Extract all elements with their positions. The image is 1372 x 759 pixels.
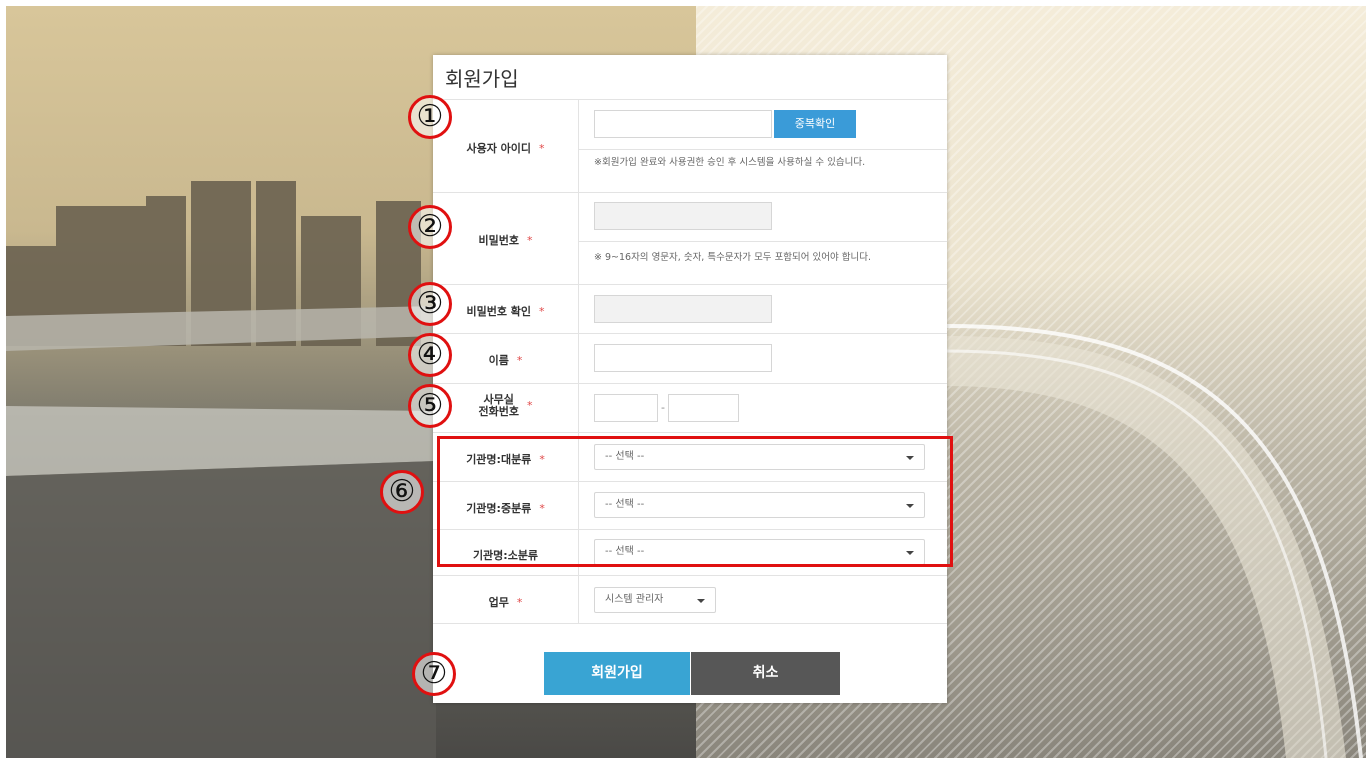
password-confirm-label: 비밀번호 확인 * [433,303,578,319]
office-phone-label-line2: 전화번호 [478,405,519,418]
password-hint: ※ 9~16자의 영문자, 숫자, 특수문자가 모두 포함되어 있어야 합니다. [594,252,872,263]
user-id-hint: ※회원가입 완료와 사용권한 승인 후 시스템을 사용하실 수 있습니다. [594,157,866,168]
duty-label: 업무 * [433,594,578,610]
annotation-5: ⑤ [408,384,452,428]
signup-panel: 회원가입 사용자 아이디 * 중복확인 ※회원가입 완료와 사용권한 승인 후 시… [433,55,947,703]
required-star: * [539,142,545,155]
annotation-box-org [437,436,953,567]
user-id-row: 사용자 아이디 * 중복확인 ※회원가입 완료와 사용권한 승인 후 시스템을 사… [433,99,947,193]
row-divider [578,576,579,623]
duty-select[interactable]: 시스템 관리자 [594,587,716,613]
row-divider [578,100,579,192]
user-id-input[interactable] [594,110,772,138]
name-label: 이름 * [433,352,578,368]
office-phone-part2-input[interactable] [668,394,739,422]
sub-divider [579,149,947,150]
password-confirm-input[interactable] [594,295,772,323]
row-divider [578,334,579,383]
name-row: 이름 * [433,334,947,384]
password-row: 비밀번호 * ※ 9~16자의 영문자, 숫자, 특수문자가 모두 포함되어 있어… [433,192,947,285]
row-divider [578,285,579,333]
required-star: * [516,596,523,609]
password-label: 비밀번호 * [433,232,578,248]
page-title: 회원가입 [445,67,519,91]
annotation-1: ① [408,95,452,139]
required-star: * [516,354,523,367]
chevron-down-icon [697,599,705,603]
password-input[interactable] [594,202,772,230]
duty-selected: 시스템 관리자 [605,594,664,605]
office-phone-part1-input[interactable] [594,394,658,422]
phone-separator: - [661,401,665,414]
annotation-7: ⑦ [412,652,456,696]
duty-label-text: 업무 [488,596,509,609]
annotation-4: ④ [408,333,452,377]
cancel-button[interactable]: 취소 [691,652,840,695]
required-star: * [526,234,533,247]
password-confirm-row: 비밀번호 확인 * [433,285,947,334]
name-input[interactable] [594,344,772,372]
office-phone-label: 사무실 전화번호 * [433,394,578,418]
row-divider [578,384,579,432]
duty-row: 업무 * 시스템 관리자 [433,576,947,624]
user-id-label-text: 사용자 아이디 [466,142,532,155]
sub-divider [579,241,947,242]
signup-button[interactable]: 회원가입 [544,652,690,695]
office-phone-row: 사무실 전화번호 * - [433,384,947,433]
required-star: * [539,305,545,318]
annotation-2: ② [408,205,452,249]
annotation-6: ⑥ [380,470,424,514]
duplicate-check-button[interactable]: 중복확인 [774,110,856,138]
row-divider [578,192,579,284]
password-confirm-label-text: 비밀번호 확인 [466,305,532,318]
required-star: * [526,399,533,412]
user-id-label: 사용자 아이디 * [433,140,578,156]
name-label-text: 이름 [488,354,509,367]
office-phone-label-text: 사무실 전화번호 [479,394,519,418]
password-label-text: 비밀번호 [478,234,519,247]
annotation-3: ③ [408,282,452,326]
